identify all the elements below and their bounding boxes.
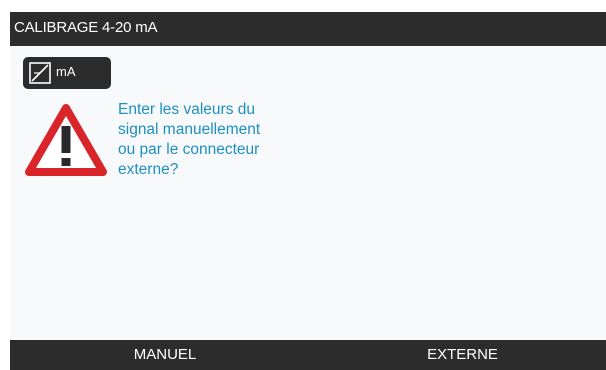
screen: CALIBRAGE 4-20 mA mA Enter les valeurs d… [10, 12, 606, 370]
warning-triangle-icon [25, 104, 107, 176]
message-line: ou par le connecteur [118, 141, 260, 158]
unit-label: mA [56, 64, 76, 79]
softkey-bar: MANUEL EXTERNE [10, 340, 606, 370]
calibration-slope-icon [29, 62, 51, 84]
message-line: signal manuellement [118, 121, 261, 138]
message-line: Enter les valeurs du [118, 101, 255, 118]
manual-button[interactable]: MANUEL [70, 340, 260, 370]
unit-mode-chip[interactable]: mA [23, 57, 111, 89]
page-title: CALIBRAGE 4-20 mA [14, 19, 158, 36]
external-button[interactable]: EXTERNE [365, 340, 560, 370]
dialog-message: Enter les valeurs du signal manuellement… [118, 100, 338, 180]
message-line: externe? [118, 161, 179, 178]
title-bar: CALIBRAGE 4-20 mA [10, 12, 606, 46]
device-frame: CALIBRAGE 4-20 mA mA Enter les valeurs d… [0, 0, 606, 370]
